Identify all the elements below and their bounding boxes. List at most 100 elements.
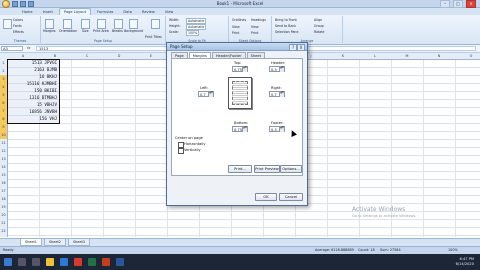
search-icon[interactable] <box>18 258 26 266</box>
bring-to-front-button[interactable]: Bring to Front <box>275 18 297 22</box>
edge-icon[interactable] <box>60 258 68 266</box>
orientation-button[interactable]: Orientation <box>59 29 77 33</box>
column-header[interactable]: M <box>391 53 423 59</box>
row-header[interactable]: 18 <box>0 195 7 203</box>
tab-sheet3[interactable]: Sheet3 <box>68 239 90 246</box>
row-header[interactable]: 5 <box>0 91 7 99</box>
fonts-button[interactable]: Fonts <box>13 24 22 28</box>
clock[interactable]: 6:47 PM 6/14/2020 <box>456 257 474 266</box>
size-button[interactable]: Size <box>82 29 89 33</box>
cancel-button[interactable]: Cancel <box>279 193 303 201</box>
close-icon[interactable]: × <box>466 0 476 8</box>
spin-arrows-icon[interactable]: ▲▼ <box>279 91 284 97</box>
headings-print-checkbox[interactable]: Print <box>251 31 258 35</box>
row-header[interactable]: 22 <box>0 227 7 235</box>
row-header[interactable]: 1 <box>0 59 7 67</box>
row-header[interactable]: 17 <box>0 187 7 195</box>
cell[interactable]: 2163 BJMB <box>34 67 57 72</box>
row-header[interactable]: 13 <box>0 155 7 163</box>
breaks-icon[interactable] <box>114 19 123 29</box>
print-preview-button[interactable]: Print Preview <box>254 165 280 173</box>
word-icon[interactable] <box>116 258 124 266</box>
column-header[interactable]: O <box>455 53 480 59</box>
gridlines-view-checkbox[interactable]: View <box>232 25 240 29</box>
powerpoint-icon[interactable] <box>102 258 110 266</box>
task-view-icon[interactable] <box>32 258 40 266</box>
row-header[interactable]: 8 <box>0 115 7 123</box>
file-explorer-icon[interactable] <box>46 258 54 266</box>
spin-arrows-icon[interactable]: ▲▼ <box>242 126 247 132</box>
tab-sheet2[interactable]: Sheet2 <box>44 239 66 246</box>
row-header[interactable]: 6 <box>0 99 7 107</box>
row-header[interactable]: 16 <box>0 179 7 187</box>
align-button[interactable]: Align <box>314 18 322 22</box>
cell[interactable]: 16 BKHJ <box>39 74 57 79</box>
themes-icon[interactable] <box>3 19 12 29</box>
cell[interactable]: 156 VHJ <box>39 116 57 121</box>
row-header[interactable]: 4 <box>0 83 7 91</box>
options-button[interactable]: Options... <box>280 165 302 173</box>
header-margin-input[interactable]: 0.3 ▲▼ <box>269 66 285 72</box>
group-button[interactable]: Group <box>314 24 324 28</box>
help-icon[interactable]: ? <box>289 44 297 51</box>
cell[interactable]: 1513 JPVGC <box>32 60 57 65</box>
maximize-icon[interactable]: □ <box>453 0 463 8</box>
orientation-icon[interactable] <box>63 19 72 29</box>
column-header[interactable]: N <box>423 53 455 59</box>
excel-icon[interactable] <box>88 258 96 266</box>
row-header[interactable]: 12 <box>0 147 7 155</box>
cell[interactable]: 15 VBHJV <box>37 102 57 107</box>
minimize-icon[interactable]: – <box>440 0 450 8</box>
background-icon[interactable] <box>129 19 138 29</box>
zoom-level[interactable]: 100% <box>448 248 458 252</box>
selection-pane-button[interactable]: Selection Pane <box>275 30 298 34</box>
ok-button[interactable]: OK <box>255 193 277 201</box>
print-area-button[interactable]: Print Area <box>93 29 109 33</box>
spin-arrows-icon[interactable]: ▲▼ <box>279 126 284 132</box>
column-header[interactable]: E <box>135 53 167 59</box>
selected-range[interactable]: 1513 JPVGC 2163 BJMB 16 BKHJ 15116 KJMBHI 15… <box>7 59 60 124</box>
cell[interactable]: 150 BKIBI <box>34 88 57 93</box>
margins-icon[interactable] <box>45 19 54 29</box>
footer-margin-input[interactable]: 0.3 ▲▼ <box>269 126 285 132</box>
top-margin-input[interactable]: 0.75 ▲▼ <box>232 66 248 72</box>
row-header[interactable]: 21 <box>0 219 7 227</box>
row-header[interactable]: 15 <box>0 171 7 179</box>
tab-sheet1[interactable]: Sheet1 <box>20 239 42 246</box>
send-to-back-button[interactable]: Send to Back <box>275 24 296 28</box>
print-titles-icon[interactable] <box>151 19 160 29</box>
row-header[interactable]: 2 <box>0 67 7 75</box>
margins-button[interactable]: Margins <box>43 29 56 33</box>
cell[interactable]: 16856 JNVBH <box>29 109 57 114</box>
column-header[interactable]: D <box>103 53 135 59</box>
spin-arrows-icon[interactable]: ▲▼ <box>242 66 247 72</box>
right-margin-input[interactable]: 0.7 ▲▼ <box>269 91 285 97</box>
start-icon[interactable] <box>4 258 12 266</box>
name-box[interactable]: A3 <box>1 46 23 51</box>
fx-icon[interactable]: fx <box>27 46 30 50</box>
effects-button[interactable]: Effects <box>13 30 24 34</box>
left-margin-input[interactable]: 0.7 ▲▼ <box>198 91 214 97</box>
column-header[interactable]: L <box>359 53 391 59</box>
row-header[interactable]: 10 <box>0 131 7 139</box>
size-icon[interactable] <box>81 19 90 29</box>
row-header[interactable]: 9 <box>0 123 7 131</box>
spin-arrows-icon[interactable]: ▲▼ <box>279 66 284 72</box>
row-header[interactable]: 20 <box>0 211 7 219</box>
row-header[interactable]: 19 <box>0 203 7 211</box>
print-button[interactable]: Print... <box>228 165 252 173</box>
scale-input[interactable]: 100% <box>186 30 200 36</box>
dialog-close-icon[interactable]: X <box>297 44 305 51</box>
row-header[interactable]: 14 <box>0 163 7 171</box>
row-header[interactable]: 3 <box>0 75 7 83</box>
row-header[interactable]: 7 <box>0 107 7 115</box>
cell[interactable]: 1316 BTMBHJ <box>29 95 57 100</box>
bottom-margin-input[interactable]: 0.75 ▲▼ <box>232 126 248 132</box>
background-button[interactable]: Background <box>124 29 143 33</box>
gridlines-print-checkbox[interactable]: Print <box>232 31 239 35</box>
spin-arrows-icon[interactable]: ▲▼ <box>208 91 213 97</box>
headings-view-checkbox[interactable]: View <box>251 25 259 29</box>
row-header[interactable]: 11 <box>0 139 7 147</box>
colors-button[interactable]: Colors <box>13 18 23 22</box>
tab-page-layout[interactable]: Page Layout <box>58 8 91 15</box>
